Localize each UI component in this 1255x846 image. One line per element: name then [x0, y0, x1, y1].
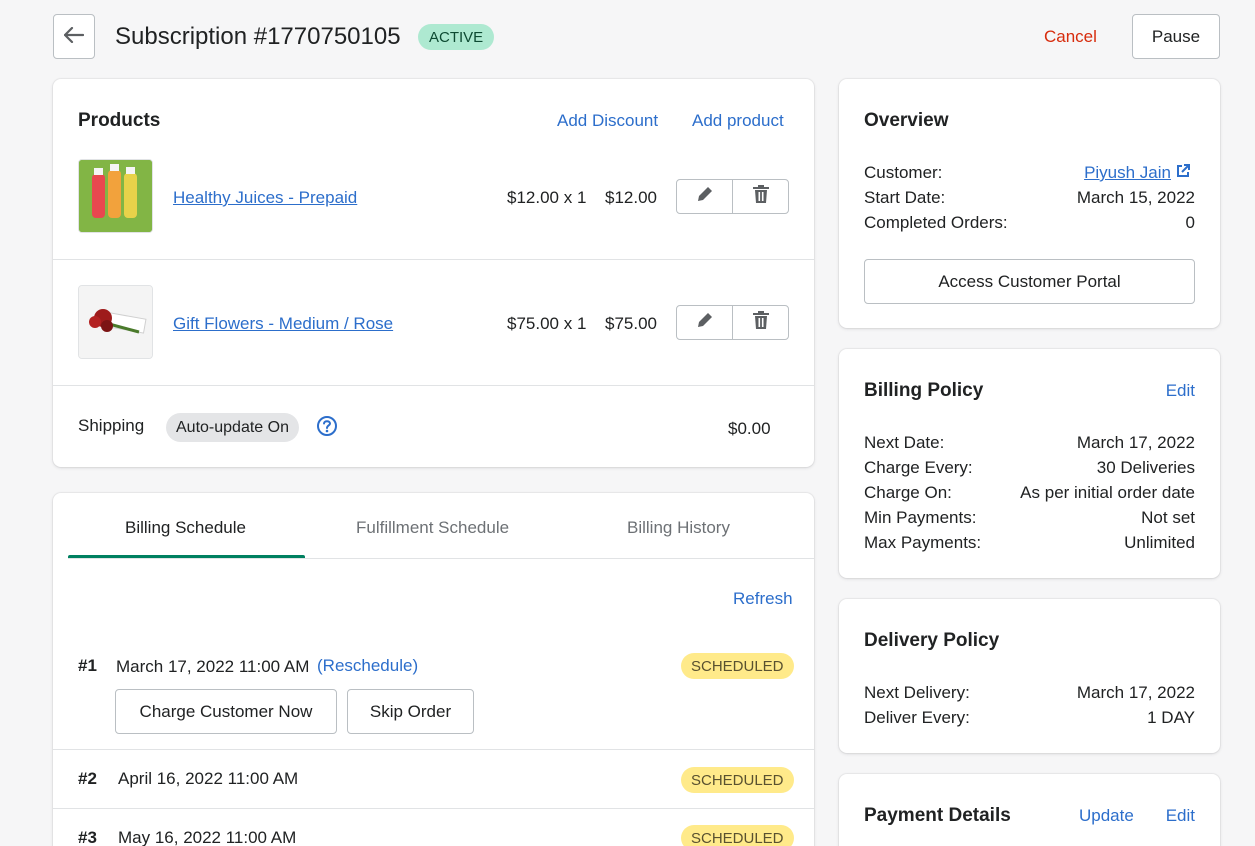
customer-link[interactable]: Piyush Jain [1084, 163, 1190, 183]
product-link-2[interactable]: Gift Flowers - Medium / Rose [173, 314, 393, 334]
trash-icon [752, 184, 770, 209]
overview-title: Overview [864, 110, 949, 131]
tab-fulfillment-schedule[interactable]: Fulfillment Schedule [356, 518, 509, 538]
cancel-button[interactable]: Cancel [1044, 27, 1097, 47]
payment-details-card: Payment Details Update Edit [839, 774, 1220, 846]
pause-button[interactable]: Pause [1132, 14, 1220, 59]
next-date-value: March 17, 2022 [1076, 433, 1195, 452]
divider [53, 749, 814, 750]
product-unit-price-2: $75.00 x 1 [507, 314, 587, 333]
product-total-1: $12.00 [605, 188, 657, 207]
next-date-label: Next Date: [864, 433, 945, 452]
completed-orders-label: Completed Orders: [864, 213, 1008, 232]
start-date-label: Start Date: [864, 188, 946, 207]
product-total-2: $75.00 [605, 314, 657, 333]
charge-customer-now-button[interactable]: Charge Customer Now [115, 689, 337, 734]
auto-update-chip: Auto-update On [166, 413, 299, 442]
product-actions-2 [676, 305, 789, 340]
deliver-every-value: 1 DAY [1147, 708, 1195, 727]
schedule-date-2: April 16, 2022 11:00 AM [118, 769, 299, 788]
add-discount-link[interactable]: Add Discount [557, 111, 658, 131]
schedule-date-1: March 17, 2022 11:00 AM [116, 657, 310, 676]
start-date-value: March 15, 2022 [1076, 188, 1195, 207]
payment-edit-link[interactable]: Edit [1166, 806, 1195, 826]
divider [53, 259, 814, 260]
min-payments-value: Not set [1141, 508, 1195, 527]
charge-every-label: Charge Every: [864, 458, 973, 477]
customer-name: Piyush Jain [1084, 163, 1171, 182]
status-badge: SCHEDULED [681, 653, 794, 679]
delivery-policy-card: Delivery Policy Next Delivery: March 17,… [839, 599, 1220, 753]
divider [53, 808, 814, 809]
page-title: Subscription #1770750105 [115, 23, 401, 50]
product-image-flowers [78, 285, 153, 359]
charge-on-value: As per initial order date [1020, 483, 1195, 502]
external-link-icon [1176, 163, 1190, 183]
skip-order-button[interactable]: Skip Order [347, 689, 474, 734]
divider [53, 385, 814, 386]
next-delivery-label: Next Delivery: [864, 683, 970, 702]
delete-product-button[interactable] [732, 306, 788, 339]
trash-icon [752, 310, 770, 335]
charge-on-label: Charge On: [864, 483, 952, 502]
delete-product-button[interactable] [732, 180, 788, 213]
tabs-divider [68, 558, 814, 559]
page-header: Subscription #1770750105 ACTIVE Cancel P… [53, 14, 1220, 60]
min-payments-label: Min Payments: [864, 508, 977, 527]
next-delivery-value: March 17, 2022 [1076, 683, 1195, 702]
billing-policy-edit-link[interactable]: Edit [1166, 381, 1195, 401]
help-icon[interactable] [316, 415, 338, 442]
payment-details-title: Payment Details [864, 805, 1011, 826]
reschedule-link[interactable]: (Reschedule) [317, 656, 418, 676]
product-actions-1 [676, 179, 789, 214]
products-card: Products Add Discount Add product Health… [53, 79, 814, 467]
payment-update-link[interactable]: Update [1079, 806, 1134, 826]
product-link-1[interactable]: Healthy Juices - Prepaid [173, 188, 357, 208]
status-badge: SCHEDULED [681, 825, 794, 846]
schedule-card: Billing Schedule Fulfillment Schedule Bi… [53, 493, 814, 846]
charge-every-value: 30 Deliveries [1096, 458, 1195, 477]
overview-card: Overview Customer: Piyush Jain Start Dat… [839, 79, 1220, 328]
pencil-icon [695, 310, 715, 335]
edit-product-button[interactable] [677, 180, 732, 213]
schedule-index-3: #3 [78, 828, 97, 846]
schedule-date-3: May 16, 2022 11:00 AM [118, 828, 297, 846]
max-payments-value: Unlimited [1124, 533, 1195, 552]
edit-product-button[interactable] [677, 306, 732, 339]
max-payments-label: Max Payments: [864, 533, 982, 552]
schedule-index-2: #2 [78, 769, 97, 788]
deliver-every-label: Deliver Every: [864, 708, 970, 727]
delivery-policy-title: Delivery Policy [864, 630, 1000, 651]
add-product-link[interactable]: Add product [692, 111, 784, 131]
shipping-amount: $0.00 [728, 419, 771, 438]
billing-policy-title: Billing Policy [864, 380, 984, 401]
shipping-label: Shipping [78, 416, 145, 435]
pencil-icon [695, 184, 715, 209]
status-badge: ACTIVE [418, 24, 495, 50]
product-unit-price-1: $12.00 x 1 [507, 188, 587, 207]
product-image-juices [78, 159, 153, 233]
arrow-left-icon [63, 26, 85, 46]
status-badge: SCHEDULED [681, 767, 794, 793]
access-customer-portal-button[interactable]: Access Customer Portal [864, 259, 1195, 304]
products-title: Products [78, 110, 161, 131]
billing-policy-card: Billing Policy Edit Next Date: March 17,… [839, 349, 1220, 578]
back-button[interactable] [53, 14, 95, 59]
customer-label: Customer: [864, 163, 943, 182]
schedule-index-1: #1 [78, 656, 97, 675]
tab-billing-history[interactable]: Billing History [627, 518, 730, 538]
tab-billing-schedule[interactable]: Billing Schedule [125, 518, 246, 538]
completed-orders-value: 0 [1185, 213, 1195, 232]
refresh-link[interactable]: Refresh [733, 589, 793, 609]
